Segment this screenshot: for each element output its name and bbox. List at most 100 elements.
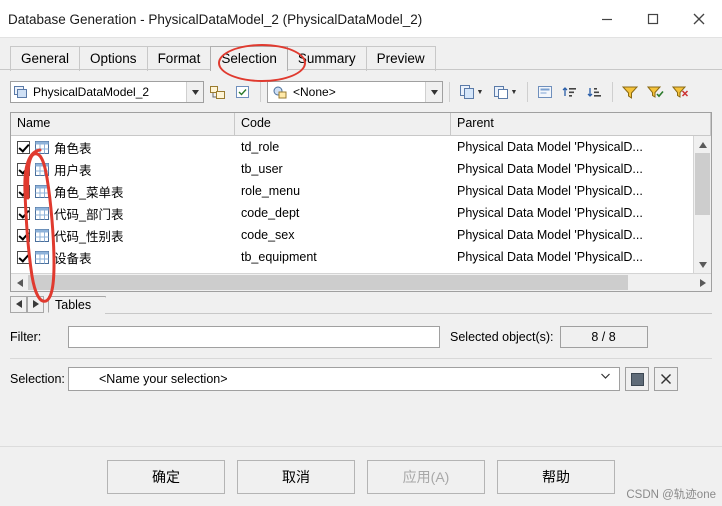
toolbar-separator-2 bbox=[449, 82, 450, 102]
table-icon bbox=[35, 140, 49, 154]
row-checkbox[interactable] bbox=[17, 206, 30, 220]
ok-button[interactable]: 确定 bbox=[107, 460, 225, 494]
row-code-cell: role_menu bbox=[241, 184, 301, 198]
table-row[interactable]: 设备表 tb_equipment Physical Data Model 'Ph… bbox=[11, 246, 711, 268]
tab-selection[interactable]: Selection bbox=[210, 46, 288, 71]
chevron-down-icon-3[interactable] bbox=[601, 368, 619, 390]
filter-icon[interactable] bbox=[619, 81, 641, 103]
table-icon bbox=[35, 206, 49, 220]
scroll-right-icon[interactable] bbox=[694, 274, 711, 291]
cancel-button[interactable]: 取消 bbox=[237, 460, 355, 494]
paste-dropdown-arrow-icon[interactable]: ▼ bbox=[511, 89, 518, 96]
toolbar-separator-4 bbox=[612, 82, 613, 102]
model-combo[interactable]: PhysicalDataModel_2 bbox=[10, 81, 204, 103]
select-subobjects-icon[interactable] bbox=[207, 81, 229, 103]
vertical-scroll-thumb[interactable] bbox=[695, 153, 710, 215]
sort-ascending-icon[interactable] bbox=[559, 81, 581, 103]
close-icon[interactable] bbox=[676, 0, 722, 38]
bottom-divider bbox=[0, 446, 722, 447]
table-row[interactable]: 代码_部门表 code_dept Physical Data Model 'Ph… bbox=[11, 202, 711, 224]
tabs-underline bbox=[0, 69, 722, 70]
tab-strip: General Options Format Selection Summary… bbox=[0, 38, 722, 71]
tab-options[interactable]: Options bbox=[79, 46, 148, 71]
selection-row: Selection: <Name your selection> bbox=[10, 367, 712, 391]
sort-descending-icon[interactable] bbox=[584, 81, 606, 103]
window-controls bbox=[584, 0, 722, 38]
help-button[interactable]: 帮助 bbox=[497, 460, 615, 494]
scroll-down-icon[interactable] bbox=[694, 256, 711, 273]
table-icon bbox=[35, 250, 49, 264]
tab-general[interactable]: General bbox=[10, 46, 81, 71]
selection-combo[interactable]: <Name your selection> bbox=[68, 367, 620, 391]
table-row[interactable]: 用户表 tb_user Physical Data Model 'Physica… bbox=[11, 158, 711, 180]
row-checkbox[interactable] bbox=[17, 250, 30, 264]
row-checkbox[interactable] bbox=[17, 162, 30, 176]
model-icon bbox=[13, 85, 29, 99]
none-combo[interactable]: <None> bbox=[267, 81, 443, 103]
selection-panel: PhysicalDataModel_2 <None> ▼ ▼ Name Code… bbox=[10, 70, 712, 391]
sheet-tab-bar: Tables bbox=[10, 294, 712, 314]
row-checkbox[interactable] bbox=[17, 228, 30, 242]
sheet-next-icon[interactable] bbox=[27, 295, 44, 313]
copy-icon[interactable]: ▼ bbox=[456, 81, 487, 103]
table-icon bbox=[35, 162, 49, 176]
grid-horizontal-scrollbar[interactable] bbox=[11, 273, 711, 291]
table-row[interactable]: 角色表 td_role Physical Data Model 'Physica… bbox=[11, 136, 711, 158]
tab-preview[interactable]: Preview bbox=[365, 46, 436, 71]
save-selection-button[interactable] bbox=[625, 367, 649, 391]
title-bar: Database Generation - PhysicalDataModel_… bbox=[0, 0, 722, 38]
properties-icon[interactable] bbox=[534, 81, 556, 103]
copy-dropdown-arrow-icon[interactable]: ▼ bbox=[477, 89, 484, 96]
grid-header: Name Code Parent bbox=[11, 113, 711, 136]
grid-vertical-scrollbar[interactable] bbox=[693, 136, 711, 273]
row-checkbox[interactable] bbox=[17, 140, 30, 154]
row-name-cell[interactable]: 用户表 bbox=[11, 160, 235, 179]
column-header-name[interactable]: Name bbox=[11, 113, 235, 135]
row-name-cell[interactable]: 代码_部门表 bbox=[11, 204, 235, 223]
filter-clear-icon[interactable] bbox=[669, 81, 691, 103]
table-row[interactable]: 代码_性别表 code_sex Physical Data Model 'Phy… bbox=[11, 224, 711, 246]
model-combo-value: PhysicalDataModel_2 bbox=[33, 85, 150, 99]
row-code-cell: tb_equipment bbox=[241, 250, 317, 264]
tab-format[interactable]: Format bbox=[146, 46, 212, 71]
selected-objects-label: Selected object(s): bbox=[450, 330, 554, 344]
selection-combo-value: <Name your selection> bbox=[99, 372, 228, 386]
row-name-text: 代码_性别表 bbox=[54, 229, 124, 244]
paste-icon[interactable]: ▼ bbox=[490, 81, 521, 103]
table-row[interactable]: 角色_菜单表 role_menu Physical Data Model 'Ph… bbox=[11, 180, 711, 202]
row-parent-cell: Physical Data Model 'PhysicalD... bbox=[457, 162, 643, 176]
row-parent-cell: Physical Data Model 'PhysicalD... bbox=[457, 228, 643, 242]
maximize-icon[interactable] bbox=[630, 0, 676, 38]
scroll-up-icon[interactable] bbox=[694, 136, 711, 153]
filter-apply-icon[interactable] bbox=[644, 81, 666, 103]
dialog-buttons: 确定 取消 应用(A) 帮助 bbox=[0, 460, 722, 494]
tab-summary[interactable]: Summary bbox=[286, 46, 367, 71]
row-name-cell[interactable]: 设备表 bbox=[11, 248, 235, 267]
table-icon bbox=[35, 228, 49, 242]
delete-selection-button[interactable] bbox=[654, 367, 678, 391]
row-parent-cell: Physical Data Model 'PhysicalD... bbox=[457, 250, 643, 264]
none-combo-value: <None> bbox=[293, 85, 336, 99]
watermark-text: CSDN @轨迹one bbox=[626, 489, 716, 501]
row-name-cell[interactable]: 代码_性别表 bbox=[11, 226, 235, 245]
sheet-prev-icon[interactable] bbox=[10, 295, 27, 313]
minimize-icon[interactable] bbox=[584, 0, 630, 38]
column-header-code[interactable]: Code bbox=[235, 113, 451, 135]
column-header-parent[interactable]: Parent bbox=[451, 113, 711, 135]
sheet-tab-tables[interactable]: Tables bbox=[48, 295, 107, 313]
chevron-down-icon-2[interactable] bbox=[425, 82, 442, 102]
row-checkbox[interactable] bbox=[17, 184, 30, 198]
chevron-down-icon[interactable] bbox=[186, 82, 203, 102]
row-name-text: 角色_菜单表 bbox=[54, 185, 124, 200]
row-parent-cell: Physical Data Model 'PhysicalD... bbox=[457, 206, 643, 220]
row-parent-cell: Physical Data Model 'PhysicalD... bbox=[457, 184, 643, 198]
section-divider bbox=[10, 358, 712, 359]
row-code-cell: code_sex bbox=[241, 228, 295, 242]
row-name-cell[interactable]: 角色表 bbox=[11, 138, 235, 157]
row-name-cell[interactable]: 角色_菜单表 bbox=[11, 182, 235, 201]
filter-input[interactable] bbox=[68, 326, 440, 348]
scroll-left-icon[interactable] bbox=[11, 274, 28, 291]
deselect-subobjects-icon[interactable] bbox=[232, 81, 254, 103]
horizontal-scroll-thumb[interactable] bbox=[28, 275, 628, 290]
apply-button: 应用(A) bbox=[367, 460, 485, 494]
